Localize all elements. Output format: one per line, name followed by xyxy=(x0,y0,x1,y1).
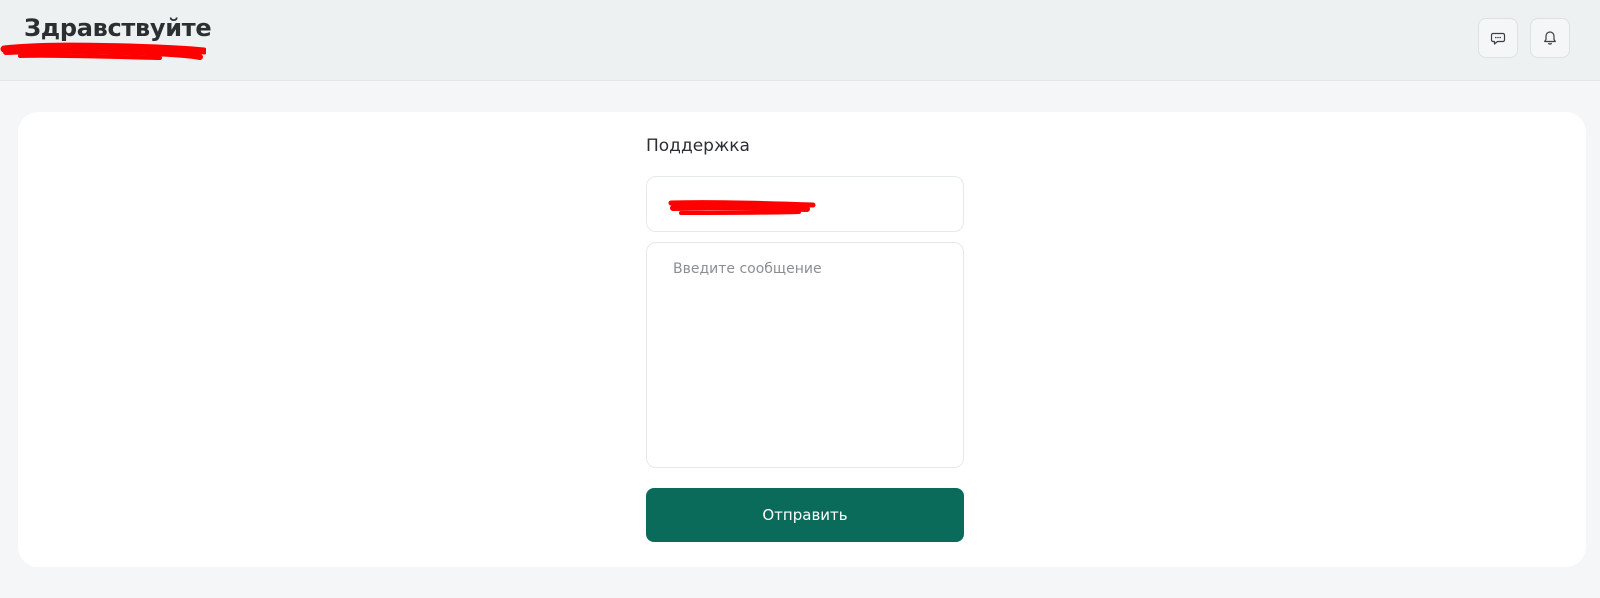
support-card: Поддержка Отправить xyxy=(18,112,1586,567)
chat-bubble-icon xyxy=(1490,32,1506,45)
top-header: Здравствуйте xyxy=(0,0,1600,81)
notifications-button[interactable] xyxy=(1530,18,1570,58)
redacted-email-mark xyxy=(668,200,816,215)
chat-button[interactable] xyxy=(1478,18,1518,58)
send-button[interactable]: Отправить xyxy=(646,488,964,542)
redacted-username-mark xyxy=(0,42,206,60)
email-field[interactable] xyxy=(646,176,964,232)
message-textarea[interactable] xyxy=(646,242,964,468)
support-title: Поддержка xyxy=(646,136,750,156)
greeting-title: Здравствуйте xyxy=(24,14,212,42)
bell-icon xyxy=(1544,31,1556,45)
